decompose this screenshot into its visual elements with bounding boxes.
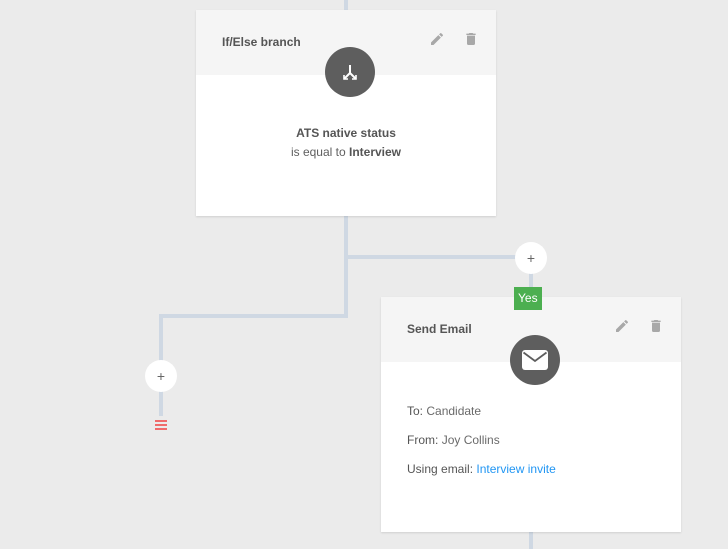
trash-icon (466, 33, 476, 45)
condition-field-text: ATS native status (296, 126, 396, 140)
delete-button[interactable] (462, 30, 480, 48)
connector-top (344, 0, 348, 10)
from-label: From: (407, 433, 439, 447)
send-email-card[interactable]: Send Email To: Candidate From: Joy Colli… (381, 297, 681, 532)
to-value: Candidate (426, 404, 482, 418)
edit-button[interactable] (613, 317, 631, 335)
connector-email-bottom (529, 532, 533, 549)
card-title: If/Else branch (222, 35, 301, 49)
yes-branch-badge: Yes (514, 287, 542, 310)
add-step-button-yes[interactable]: + (515, 242, 547, 274)
card-title: Send Email (407, 322, 472, 336)
email-to-row: To: Candidate (407, 404, 481, 418)
connector-branch-trunk (344, 216, 348, 318)
edit-button[interactable] (428, 30, 446, 48)
email-template-link[interactable]: Interview invite (476, 462, 555, 476)
from-value: Joy Collins (441, 433, 500, 447)
connector-yes-horizontal (344, 255, 531, 259)
envelope-icon (522, 350, 548, 370)
using-label: Using email: (407, 462, 474, 476)
branch-split-icon (343, 65, 357, 80)
to-label: To: (407, 404, 424, 418)
email-from-row: From: Joy Collins (407, 433, 500, 447)
add-step-button-no[interactable]: + (145, 360, 177, 392)
trash-icon (651, 320, 661, 332)
condition-clause: is equal to Interview (196, 143, 496, 162)
condition-operator: is equal to (290, 145, 346, 159)
email-template-row: Using email: Interview invite (407, 462, 556, 476)
delete-button[interactable] (647, 317, 665, 335)
pencil-icon (431, 32, 444, 45)
email-node-icon (510, 335, 560, 385)
branch-node-icon (325, 47, 375, 97)
pencil-icon (616, 319, 629, 332)
connector-no-horizontal (159, 314, 348, 318)
if-else-branch-card[interactable]: If/Else branch ATS native status is equa… (196, 10, 496, 216)
end-flow-icon (155, 420, 167, 430)
condition-field: ATS native status (196, 124, 496, 143)
condition-value: Interview (349, 145, 402, 159)
